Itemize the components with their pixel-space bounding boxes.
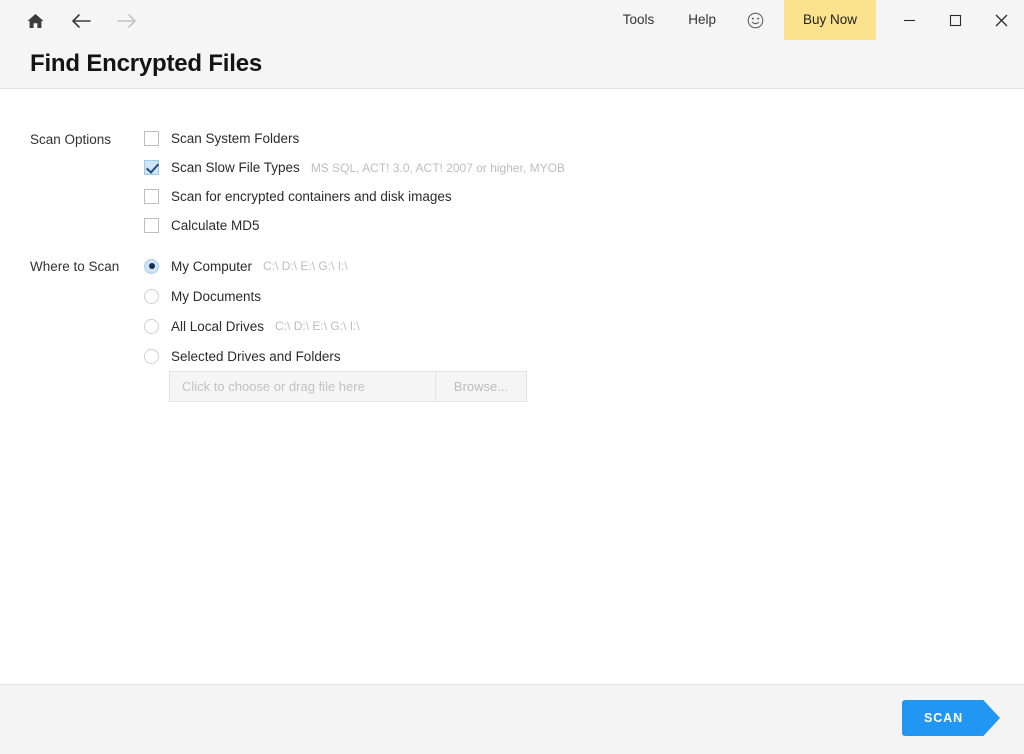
file-picker[interactable]: Click to choose or drag file here Browse…	[169, 371, 527, 402]
checkbox-row-scan-slow-file-types[interactable]: Scan Slow File Types MS SQL, ACT! 3.0, A…	[144, 153, 565, 182]
selected-drives-and-folders-label: Selected Drives and Folders	[171, 348, 341, 364]
scan-system-folders-label: Scan System Folders	[171, 131, 300, 146]
radio-row-selected-drives-and-folders[interactable]: Selected Drives and Folders	[144, 341, 360, 371]
my-documents-radio[interactable]	[144, 288, 159, 304]
title-bar: Find Encrypted Files Tools Help Buy Now	[0, 0, 1024, 89]
buy-now-button[interactable]: Buy Now	[783, 0, 876, 40]
checkbox-row-calculate-md5[interactable]: Calculate MD5	[144, 211, 565, 240]
page-title: Find Encrypted Files	[30, 50, 263, 77]
forward-arrow-icon	[114, 8, 140, 34]
minimize-button[interactable]	[886, 0, 932, 40]
radio-row-my-documents[interactable]: My Documents	[144, 281, 360, 311]
scan-options-label: Scan Options	[30, 132, 112, 147]
radio-row-my-computer[interactable]: My Computer C:\ D:\ E:\ G:\ I:\	[144, 251, 360, 281]
menu-item-tools[interactable]: Tools	[606, 0, 672, 40]
checkbox-row-scan-encrypted-containers[interactable]: Scan for encrypted containers and disk i…	[144, 182, 565, 211]
main-content: Scan Options Scan System Folders Scan Sl…	[0, 90, 1024, 684]
scan-button-label: SCAN	[923, 711, 964, 725]
back-arrow-icon[interactable]	[68, 8, 94, 34]
my-computer-label: My Computer	[171, 258, 253, 274]
calculate-md5-checkbox[interactable]	[144, 218, 159, 233]
all-local-drives-radio[interactable]	[144, 318, 159, 334]
my-computer-drives: C:\ D:\ E:\ G:\ I:\	[263, 259, 348, 273]
scan-slow-file-types-checkbox[interactable]	[144, 160, 159, 175]
all-local-drives-drives: C:\ D:\ E:\ G:\ I:\	[275, 319, 360, 333]
smiley-icon[interactable]	[733, 12, 778, 29]
scan-slow-file-types-label: Scan Slow File Types	[171, 160, 300, 175]
window-controls	[886, 0, 1024, 40]
calculate-md5-label: Calculate MD5	[171, 218, 260, 233]
maximize-button[interactable]	[932, 0, 978, 40]
close-button[interactable]	[978, 0, 1024, 40]
menu-item-help[interactable]: Help	[671, 0, 733, 40]
scan-slow-file-types-hint: MS SQL, ACT! 3.0, ACT! 2007 or higher, M…	[310, 160, 565, 175]
where-to-scan-label: Where to Scan	[30, 259, 120, 274]
my-computer-radio[interactable]	[144, 258, 159, 274]
scan-button[interactable]: SCAN	[902, 700, 1000, 736]
scan-system-folders-checkbox[interactable]	[144, 131, 159, 146]
selected-drives-and-folders-radio[interactable]	[144, 348, 159, 364]
file-path-input[interactable]: Click to choose or drag file here	[170, 372, 436, 401]
home-icon[interactable]	[22, 8, 48, 34]
my-documents-label: My Documents	[171, 288, 262, 304]
browse-button[interactable]: Browse...	[436, 372, 526, 401]
scan-encrypted-containers-checkbox[interactable]	[144, 189, 159, 204]
checkbox-row-scan-system-folders[interactable]: Scan System Folders	[144, 124, 565, 153]
scan-options-group: Scan System Folders Scan Slow File Types…	[144, 124, 565, 240]
all-local-drives-label: All Local Drives	[171, 318, 265, 334]
navigation-controls	[22, 8, 140, 34]
top-menu: Tools Help Buy Now	[606, 0, 876, 40]
radio-row-all-local-drives[interactable]: All Local Drives C:\ D:\ E:\ G:\ I:\	[144, 311, 360, 341]
where-to-scan-group: My Computer C:\ D:\ E:\ G:\ I:\ My Docum…	[144, 251, 360, 371]
footer-bar	[0, 684, 1024, 754]
scan-encrypted-containers-label: Scan for encrypted containers and disk i…	[171, 189, 452, 204]
